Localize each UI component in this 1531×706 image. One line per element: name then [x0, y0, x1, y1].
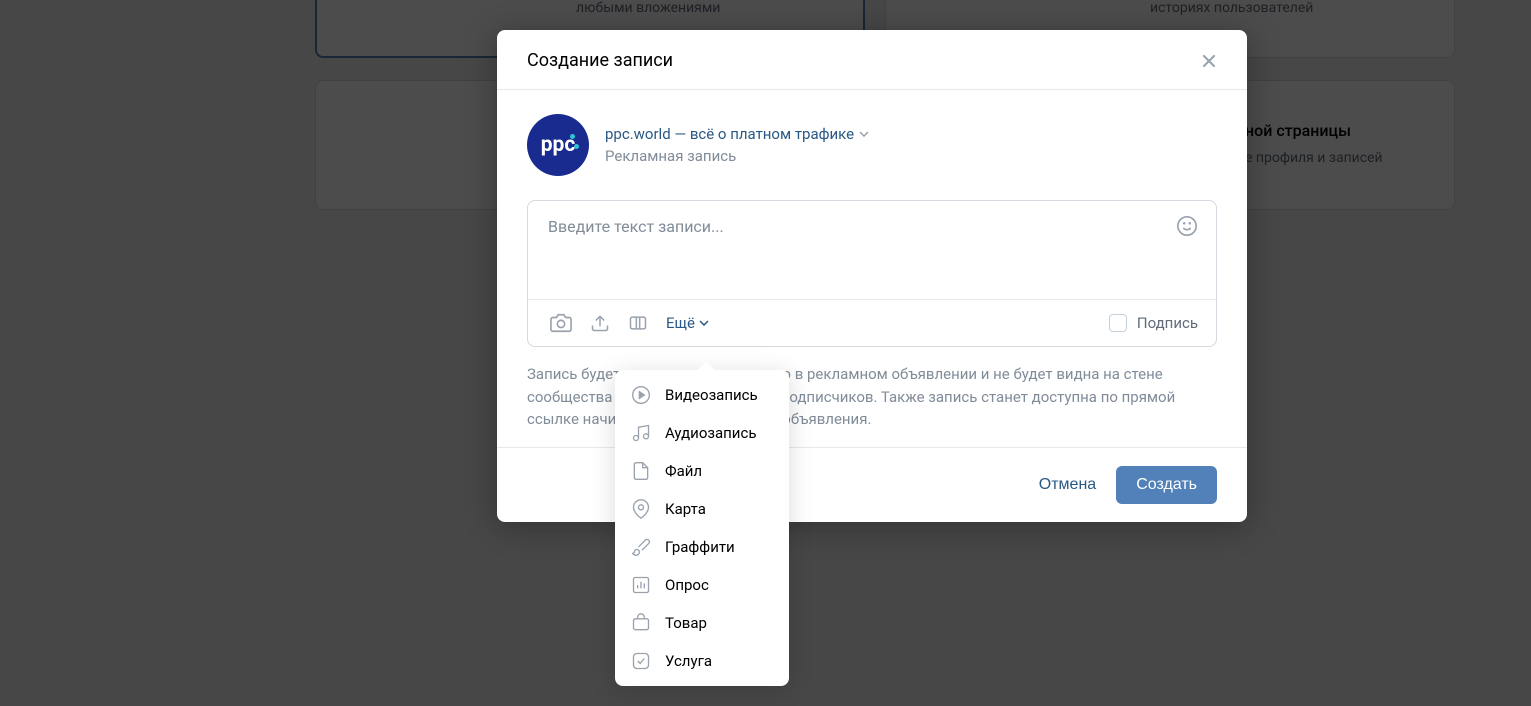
toolbar-right: Подпись — [1109, 314, 1198, 332]
toolbar-left: Ещё — [550, 312, 709, 334]
dropdown-item-graffiti[interactable]: Граффити — [615, 528, 789, 566]
dropdown-item-product[interactable]: Товар — [615, 604, 789, 642]
author-row: ppc ppc.world — всё о платном трафике Ре… — [527, 114, 1217, 176]
dropdown-item-poll[interactable]: Опрос — [615, 566, 789, 604]
dropdown-label: Опрос — [665, 576, 709, 594]
more-button[interactable]: Ещё — [666, 314, 709, 332]
emoji-icon — [1176, 215, 1198, 237]
dropdown-item-map[interactable]: Карта — [615, 490, 789, 528]
post-toolbar: Ещё Подпись — [528, 299, 1216, 346]
post-placeholder: Введите текст записи... — [548, 217, 724, 236]
video-rect-icon — [628, 313, 648, 333]
dropdown-item-video[interactable]: Видеозапись — [615, 376, 789, 414]
author-name-label: ppc.world — всё о платном трафике — [605, 125, 854, 143]
modal-body: ppc ppc.world — всё о платном трафике Ре… — [497, 90, 1247, 447]
create-post-modal: Создание записи ppc ppc.world — всё о пл… — [497, 30, 1247, 522]
author-selector[interactable]: ppc.world — всё о платном трафике — [605, 125, 869, 143]
camera-icon — [550, 312, 572, 334]
modal-footer: Отмена Создать — [497, 447, 1247, 522]
dropdown-label: Файл — [665, 462, 702, 480]
close-icon — [1199, 51, 1219, 71]
dropdown-label: Карта — [665, 500, 706, 518]
bag-icon — [631, 613, 651, 633]
close-button[interactable] — [1199, 51, 1219, 71]
chevron-down-icon — [699, 320, 709, 326]
signature-checkbox[interactable] — [1109, 314, 1127, 332]
cancel-button[interactable]: Отмена — [1039, 476, 1096, 494]
upload-button[interactable] — [590, 313, 610, 333]
dropdown-label: Товар — [665, 614, 707, 632]
modal-title: Создание записи — [527, 50, 673, 71]
brush-icon — [631, 537, 651, 557]
dropdown-label: Услуга — [665, 652, 712, 670]
post-editor: Введите текст записи... — [527, 200, 1217, 347]
bar-chart-icon — [631, 575, 651, 595]
dropdown-label: Видеозапись — [665, 386, 758, 404]
create-button[interactable]: Создать — [1116, 466, 1217, 504]
modal-header: Создание записи — [497, 30, 1247, 90]
more-dropdown: Видеозапись Аудиозапись Файл Карта — [615, 370, 789, 686]
play-circle-icon — [631, 385, 651, 405]
camera-button[interactable] — [550, 312, 572, 334]
dropdown-label: Аудиозапись — [665, 424, 756, 442]
dropdown-item-file[interactable]: Файл — [615, 452, 789, 490]
emoji-button[interactable] — [1176, 215, 1198, 241]
dropdown-label: Граффити — [665, 538, 735, 556]
more-label: Ещё — [666, 314, 695, 332]
author-subtitle: Рекламная запись — [605, 147, 869, 165]
check-square-icon — [631, 651, 651, 671]
file-icon — [631, 461, 651, 481]
post-textarea[interactable]: Введите текст записи... — [528, 201, 1216, 299]
avatar: ppc — [527, 114, 589, 176]
music-icon — [631, 423, 651, 443]
chevron-down-icon — [859, 131, 869, 137]
video-button[interactable] — [628, 313, 648, 333]
author-info: ppc.world — всё о платном трафике Реклам… — [605, 125, 869, 165]
map-pin-icon — [631, 499, 651, 519]
signature-label: Подпись — [1137, 314, 1198, 332]
upload-icon — [590, 313, 610, 333]
dropdown-item-audio[interactable]: Аудиозапись — [615, 414, 789, 452]
dropdown-item-service[interactable]: Услуга — [615, 642, 789, 680]
